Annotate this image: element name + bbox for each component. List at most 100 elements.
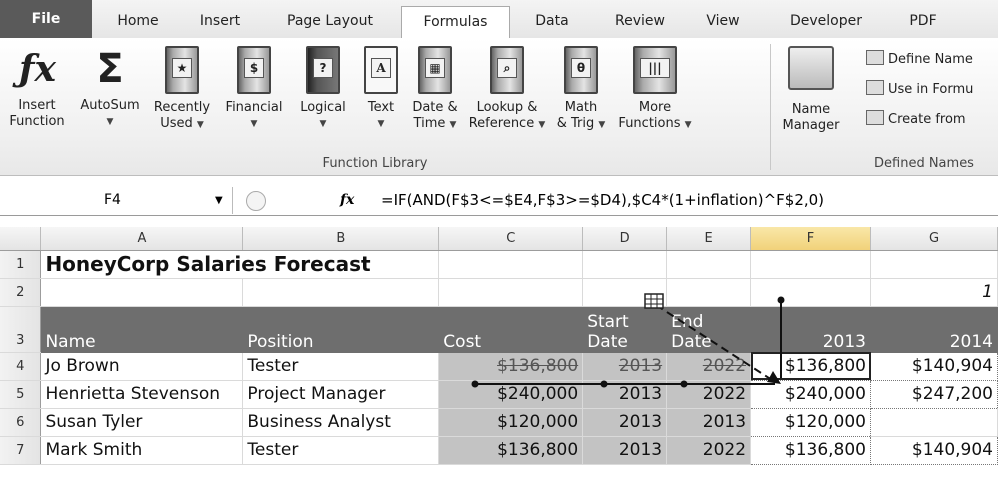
text-button[interactable]: A Text ▼ xyxy=(358,46,404,132)
cell-cost[interactable]: $136,800 xyxy=(438,352,584,381)
header-2014[interactable]: 2014 xyxy=(870,306,998,353)
name-manager-label-2: Manager xyxy=(782,118,840,133)
tab-page-layout[interactable]: Page Layout xyxy=(267,6,393,38)
cell-name[interactable]: Mark Smith xyxy=(40,436,244,465)
financial-button[interactable]: $ Financial ▼ xyxy=(218,46,290,132)
cell-a2[interactable] xyxy=(40,278,244,307)
cell-g1[interactable] xyxy=(870,250,998,279)
cell-name[interactable]: Henrietta Stevenson xyxy=(40,380,244,409)
name-manager-icon xyxy=(788,46,834,90)
row-header-7[interactable]: 7 xyxy=(0,436,42,465)
function-icon: ƒx xyxy=(19,48,56,90)
group-separator xyxy=(770,44,771,170)
column-header-a[interactable]: A xyxy=(40,227,244,251)
financial-label: Financial xyxy=(225,100,283,115)
cell-d1[interactable] xyxy=(582,250,668,279)
cell-2014[interactable] xyxy=(870,408,998,437)
row-header-4[interactable]: 4 xyxy=(0,352,42,381)
cell-end-date[interactable]: 2022 xyxy=(666,436,752,465)
name-box-value: F4 xyxy=(104,192,121,208)
row-header-2[interactable]: 2 xyxy=(0,278,42,307)
cell-d2[interactable] xyxy=(582,278,668,307)
cell-position[interactable]: Tester xyxy=(242,352,440,381)
cell-end-date[interactable]: 2022 xyxy=(666,380,752,409)
cell-position[interactable]: Business Analyst xyxy=(242,408,440,437)
formula-input[interactable]: =IF(AND(F$3<=$E4,F$3>=$D4),$C4*(1+inflat… xyxy=(381,187,824,214)
cell-start-date[interactable]: 2013 xyxy=(582,436,668,465)
expand-icon[interactable] xyxy=(246,191,266,211)
cell-start-date[interactable]: 2013 xyxy=(582,352,668,381)
cell-c2[interactable] xyxy=(438,278,584,307)
tab-developer[interactable]: Developer xyxy=(766,6,886,38)
create-from-selection-button[interactable]: Create from xyxy=(866,110,966,130)
header-2013[interactable]: 2013 xyxy=(750,306,871,353)
header-end-date[interactable]: End Date xyxy=(666,306,752,353)
cell-g2[interactable]: 1 xyxy=(870,278,998,307)
recently-used-button[interactable]: ★ Recently Used ▼ xyxy=(148,46,216,133)
define-name-label: Define Name xyxy=(888,52,973,67)
row-header-5[interactable]: 5 xyxy=(0,380,42,409)
cell-2013[interactable]: $136,800 xyxy=(750,436,871,465)
cell-2014[interactable]: $247,200 xyxy=(870,380,998,409)
chevron-down-icon[interactable]: ▼ xyxy=(215,187,223,214)
select-all-corner[interactable] xyxy=(0,227,42,251)
cell-e1[interactable] xyxy=(666,250,752,279)
cell-cost[interactable]: $240,000 xyxy=(438,380,584,409)
autosum-button[interactable]: Σ AutoSum ▼ xyxy=(74,46,146,130)
header-cost[interactable]: Cost xyxy=(438,306,584,353)
logical-button[interactable]: ? Logical ▼ xyxy=(290,46,356,132)
cell-start-date[interactable]: 2013 xyxy=(582,380,668,409)
cell-position[interactable]: Project Manager xyxy=(242,380,440,409)
column-header-c[interactable]: C xyxy=(438,227,584,251)
cell-e2[interactable] xyxy=(666,278,752,307)
cell-2013[interactable]: $120,000 xyxy=(750,408,871,437)
cell-2014[interactable]: $140,904 xyxy=(870,352,998,381)
column-header-g[interactable]: G xyxy=(870,227,998,251)
name-box[interactable]: F4 ▼ xyxy=(0,187,233,214)
row-header-6[interactable]: 6 xyxy=(0,408,42,437)
tab-insert[interactable]: Insert xyxy=(182,6,258,38)
tab-home[interactable]: Home xyxy=(103,6,173,38)
tab-review[interactable]: Review xyxy=(598,6,682,38)
insert-function-button[interactable]: ƒx Insert Function xyxy=(6,46,68,130)
cell-end-date[interactable]: 2013 xyxy=(666,408,752,437)
header-start-date[interactable]: Start Date xyxy=(582,306,668,353)
define-name-button[interactable]: Define Name xyxy=(866,50,973,70)
cell-f4-selected[interactable]: $136,800 xyxy=(750,352,871,381)
tab-formulas[interactable]: Formulas xyxy=(401,6,510,39)
tab-view[interactable]: View xyxy=(690,6,756,38)
row-header-1[interactable]: 1 xyxy=(0,250,42,279)
header-end-line-1: End xyxy=(671,311,704,332)
tab-data[interactable]: Data xyxy=(518,6,586,38)
header-position[interactable]: Position xyxy=(242,306,440,353)
cell-position[interactable]: Tester xyxy=(242,436,440,465)
cell-2013[interactable]: $240,000 xyxy=(750,380,871,409)
tab-file[interactable]: File xyxy=(0,0,92,38)
column-header-b[interactable]: B xyxy=(242,227,440,251)
sheet-title-cell[interactable]: HoneyCorp Salaries Forecast xyxy=(40,250,440,279)
date-time-button[interactable]: ▦ Date & Time ▼ xyxy=(404,46,466,133)
math-trig-button[interactable]: θ Math & Trig ▼ xyxy=(550,46,612,133)
use-in-formula-button[interactable]: Use in Formu xyxy=(866,80,973,100)
cell-2014[interactable]: $140,904 xyxy=(870,436,998,465)
name-manager-button[interactable]: Name Manager xyxy=(780,46,842,134)
column-header-e[interactable]: E xyxy=(666,227,752,251)
cell-name[interactable]: Susan Tyler xyxy=(40,408,244,437)
cell-f1[interactable] xyxy=(750,250,871,279)
cell-end-date[interactable]: 2022 xyxy=(666,352,752,381)
cell-cost[interactable]: $136,800 xyxy=(438,436,584,465)
cell-c1[interactable] xyxy=(438,250,584,279)
cell-cost[interactable]: $120,000 xyxy=(438,408,584,437)
lookup-reference-button[interactable]: ⌕ Lookup & Reference ▼ xyxy=(466,46,548,133)
column-header-f[interactable]: F xyxy=(750,227,871,251)
cell-name[interactable]: Jo Brown xyxy=(40,352,244,381)
tab-pdf[interactable]: PDF xyxy=(893,6,953,38)
cell-f2[interactable] xyxy=(750,278,871,307)
header-name[interactable]: Name xyxy=(40,306,244,353)
column-header-d[interactable]: D xyxy=(582,227,668,251)
insert-function-icon[interactable]: fx xyxy=(340,187,354,214)
cell-start-date[interactable]: 2013 xyxy=(582,408,668,437)
cell-b2[interactable] xyxy=(242,278,440,307)
row-header-3[interactable]: 3 xyxy=(0,306,42,353)
more-functions-button[interactable]: ||| More Functions ▼ xyxy=(612,46,698,133)
